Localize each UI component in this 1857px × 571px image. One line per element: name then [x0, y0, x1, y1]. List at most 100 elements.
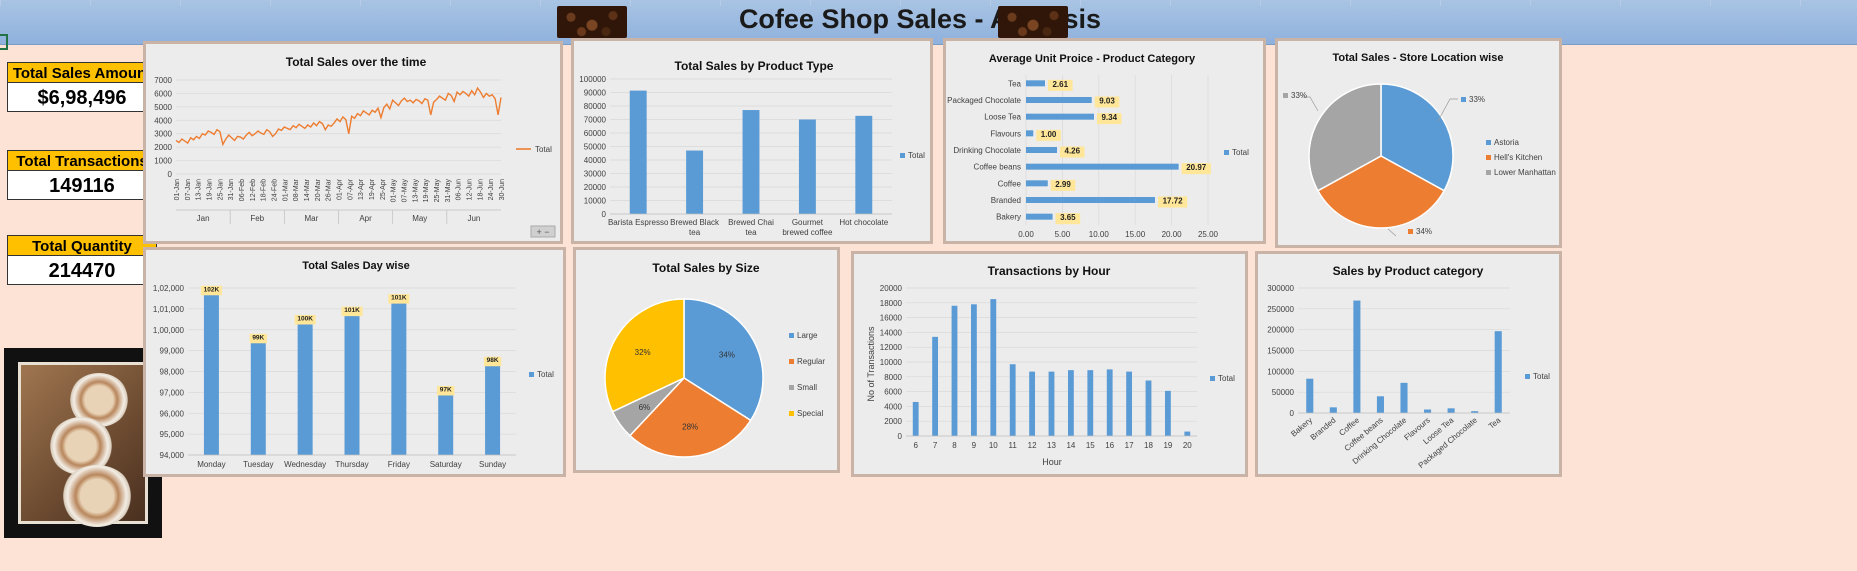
x-tick-label: 13-Jan: [196, 179, 203, 201]
panel-sales-by-product-type[interactable]: Total Sales by Product Type 0 10000 20000 30…: [571, 38, 933, 244]
data-label: 28%: [682, 423, 698, 432]
chart-title: Average Unit Proice - Product Category: [989, 53, 1196, 65]
zoom-controls-label: + −: [536, 227, 549, 237]
x-tick-label: 11: [1009, 441, 1018, 450]
y-tick-label: 60000: [584, 129, 607, 138]
chart-avg-unit-price: Average Unit Proice - Product Category 0.…: [947, 53, 1249, 239]
y-tick-label: 50000: [584, 143, 607, 152]
data-label: 101K: [391, 295, 407, 302]
month-label: Jan: [197, 214, 210, 223]
data-label-lower-manhattan: 33%: [1291, 91, 1307, 100]
legend-label: Regular: [797, 357, 825, 366]
x-tick-label: Barista Espresso: [608, 218, 669, 227]
panel-sales-by-product-category[interactable]: Sales by Product category 0 50000 100000 150…: [1255, 251, 1562, 477]
legend-label-swatch: [529, 372, 534, 377]
bar-wednesday: [297, 323, 313, 455]
y-tick-label: 12000: [880, 343, 903, 352]
panel-sales-by-size[interactable]: Total Sales by Size 34% 28% 6% 32% Large Regul…: [573, 247, 840, 473]
panel-sales-over-time[interactable]: Total Sales over the time 0 1000 2000 3000 40…: [143, 41, 563, 244]
x-tick-label: 18-Jun: [477, 179, 484, 201]
bar-15: [1087, 370, 1094, 436]
chart-sales-by-size: Total Sales by Size 34% 28% 6% 32% Large Regul…: [604, 261, 825, 458]
month-label: Mar: [305, 214, 319, 223]
panel-transactions-by-hour[interactable]: Transactions by Hour 0 2000 4000 6000 8000 100…: [851, 251, 1248, 477]
y-tick-label: 1,00,000: [153, 326, 185, 335]
bar-11: [1009, 364, 1016, 436]
x-tick-label: Brewed Chai: [728, 218, 774, 227]
x-tick-label: 10.00: [1089, 230, 1110, 239]
x-tick-label: Monday: [197, 460, 225, 469]
y-tick-label: 90000: [584, 89, 607, 98]
panel-sales-day-wise[interactable]: Total Sales Day wise 94,000 95,000 96,000 97…: [143, 247, 566, 477]
x-tick-label: 26-Mar: [326, 178, 333, 201]
x-tick-label: 31-Jan: [228, 179, 235, 201]
legend-label-swatch: [1525, 374, 1530, 379]
y-tick-label: 80000: [584, 102, 607, 111]
bar-10: [990, 299, 997, 436]
x-tick-label: Sunday: [479, 460, 506, 469]
data-label: 20.97: [1186, 163, 1207, 172]
kpi-total-transactions-label: Total Transactions: [7, 150, 157, 172]
chart-sales-day-wise: Total Sales Day wise 94,000 95,000 96,000 97…: [153, 260, 554, 469]
legend-label-swatch: [789, 385, 794, 390]
x-tick-label: 01-Apr: [337, 178, 344, 200]
y-tick-label: 70000: [584, 116, 607, 125]
legend-label-swatch: [1486, 155, 1491, 160]
x-tick-label: 06-Feb: [239, 179, 246, 201]
x-tick-label: 7: [933, 441, 938, 450]
legend-label-swatch: [789, 333, 794, 338]
chart-title: Sales by Product category: [1333, 264, 1484, 278]
legend-label: Total: [1218, 374, 1235, 383]
x-tick-label: Tuesday: [243, 460, 273, 469]
bar-hot-chocolate: [855, 115, 873, 214]
y-tick-label: 10000: [880, 358, 903, 367]
bar-19: [1164, 390, 1171, 436]
x-tick-label: tea: [745, 228, 757, 237]
data-label: 34%: [719, 350, 735, 359]
bar-monday: [203, 294, 219, 455]
y-tick-label: Branded: [991, 196, 1021, 205]
legend-label: Astoria: [1494, 138, 1519, 147]
bar-13: [1048, 371, 1055, 436]
y-tick-label: Coffee: [998, 179, 1022, 188]
x-tick-label: Wednesday: [284, 460, 326, 469]
y-tick-label: 98,000: [160, 368, 185, 377]
x-tick-label: 06-Jun: [456, 179, 463, 201]
y-tick-label: Packaged Chocolate: [947, 96, 1021, 105]
bar-friday: [391, 302, 407, 455]
y-tick-label: Coffee beans: [974, 163, 1021, 172]
x-tick-label: Friday: [388, 460, 410, 469]
x-tick-label: 12: [1028, 441, 1037, 450]
y-tick-label: 1000: [154, 157, 172, 166]
y-tick-label: 40000: [584, 156, 607, 165]
cell-cursor-icon[interactable]: [0, 34, 8, 50]
bar-branded: [1026, 197, 1156, 203]
y-tick-label: 7000: [154, 76, 172, 85]
chart-title: Transactions by Hour: [988, 264, 1111, 278]
x-tick-label: Saturday: [430, 460, 462, 469]
x-tick-label: 13-May: [412, 179, 419, 203]
x-tick-label: 19-May: [423, 179, 430, 203]
y-tick-label: Bakery: [996, 213, 1021, 222]
chart-title: Total Sales over the time: [286, 55, 427, 69]
kpi-total-quantity-value: 214470: [7, 255, 157, 285]
data-label: 4.26: [1065, 147, 1081, 156]
x-tick-label: 07-Jan: [185, 179, 192, 201]
y-tick-label: 0: [602, 210, 607, 219]
data-label: 1.00: [1041, 130, 1057, 139]
legend-label: Total: [537, 370, 554, 379]
y-tick-label: 8000: [884, 373, 902, 382]
x-tick-label: 14: [1066, 441, 1075, 450]
bar-tuesday: [250, 342, 266, 455]
kpi-total-quantity-label: Total Quantity: [7, 235, 157, 257]
x-tick-label: 01-Jan: [174, 179, 181, 201]
bar-coffee: [1353, 300, 1361, 413]
panel-store-location[interactable]: Total Sales - Store Location wise 33% 34% 3…: [1275, 38, 1562, 248]
panel-avg-unit-price[interactable]: Average Unit Proice - Product Category 0.…: [943, 38, 1266, 244]
x-tick-label: 14-Mar: [304, 178, 311, 201]
chart-sales-by-product-category: Sales by Product category 0 50000 100000 150…: [1267, 264, 1550, 470]
y-tick-label: 250000: [1267, 305, 1294, 314]
data-label: 2.61: [1052, 80, 1068, 89]
x-tick-label: 19-Jan: [207, 179, 214, 201]
y-tick-label: 100000: [1267, 367, 1294, 376]
